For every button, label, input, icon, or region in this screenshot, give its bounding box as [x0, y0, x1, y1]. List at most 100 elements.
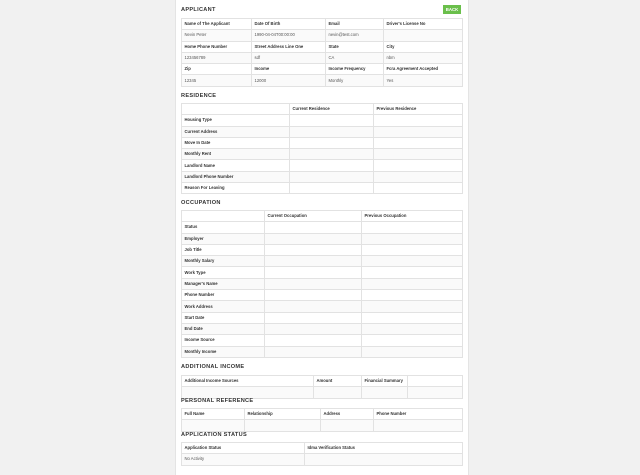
occupation-table: Current Occupation Previous Occupation Sta…: [181, 209, 463, 358]
residence-row: Current Address: [181, 125, 463, 138]
personal_reference-header-row: Full Name Relationship Address Phone Number: [181, 407, 463, 421]
field-label: City: [383, 40, 463, 53]
row-label: Monthly Salary: [181, 255, 265, 268]
application-status-table: Application Status Idma Verification Stat…: [181, 441, 463, 466]
field-value: No Activity: [181, 453, 305, 466]
column-header: [181, 209, 265, 223]
field-value: [383, 29, 463, 42]
field-value: [361, 289, 463, 302]
field-value: 12345: [181, 74, 252, 87]
row-label: Housing Type: [181, 114, 290, 127]
field-label: Income: [251, 63, 326, 76]
applicant-value-row: 123456789 sdf CA nbm: [181, 51, 463, 65]
application-detail-page: APPLICANT BACK Name of The Applicant Date…: [175, 0, 469, 475]
field-value: [181, 386, 314, 399]
application_status-value-row: No Activity: [181, 453, 463, 466]
residence-row: Reason For Leaving: [181, 182, 463, 195]
field-value: [361, 386, 408, 399]
field-value: [361, 243, 463, 257]
occupation-row: End Date: [181, 322, 463, 336]
applicant-label-row: Zip Income Income Frequency Fcra Agreement …: [181, 63, 463, 76]
field-value: [289, 136, 374, 150]
occupation-row: Work Type: [181, 266, 463, 279]
row-label: Status: [181, 221, 265, 234]
field-value: [289, 159, 374, 172]
field-value: nbm: [383, 51, 463, 65]
residence-table: Current Residence Previous Residence Housi…: [181, 102, 463, 195]
row-label: Current Address: [181, 125, 290, 138]
field-value: [313, 386, 362, 399]
column-header: Financial Summary: [361, 374, 408, 388]
column-header: Current Residence: [289, 102, 374, 116]
additional_income-header-row: Additional Income Sources Amount Financial…: [181, 374, 463, 388]
field-value: [244, 419, 321, 432]
field-value: [289, 148, 374, 161]
column-header: Address: [320, 407, 374, 421]
applicant-table: Name of The Applicant Date Of Birth Email D…: [181, 17, 463, 87]
occupation-row: Start Date: [181, 311, 463, 324]
field-label: Fcra Agreement Accepted: [383, 63, 463, 76]
additional-income-section-title: ADDITIONAL INCOME: [181, 364, 245, 370]
column-header: Full Name: [181, 407, 245, 421]
field-label: Name of The Applicant: [181, 17, 252, 31]
row-label: Monthly Income: [181, 345, 265, 358]
field-value: [304, 453, 463, 466]
column-header: Current Occupation: [264, 209, 362, 223]
field-value: Nevin Peter: [181, 29, 252, 42]
field-value: 12000: [251, 74, 326, 87]
column-header: Additional Income Sources: [181, 374, 314, 388]
field-label: Income Frequency: [325, 63, 384, 76]
field-value: [264, 232, 362, 245]
field-value: [361, 345, 463, 358]
occupation-row: Monthly Salary: [181, 255, 463, 268]
additional-income-table: Additional Income Sources Amount Financial…: [181, 374, 463, 399]
field-label: Home Phone Number: [181, 40, 252, 53]
column-header: Relationship: [244, 407, 321, 421]
field-value: [264, 255, 362, 268]
column-header: [181, 102, 290, 116]
field-value: [373, 419, 463, 432]
application_status-header-row: Application Status Idma Verification Stat…: [181, 441, 463, 455]
field-value: [289, 114, 374, 127]
field-label: Driver's License No: [383, 17, 463, 31]
field-label: State: [325, 40, 384, 53]
applicant-label-row: Home Phone Number Street Address Line One…: [181, 40, 463, 53]
field-label: Email: [325, 17, 384, 31]
row-label: Monthly Rent: [181, 148, 290, 161]
row-label: Start Date: [181, 311, 265, 324]
row-label: Reason For Leaving: [181, 182, 290, 195]
field-value: nevin@test.com: [325, 29, 384, 42]
row-label: Landlord Name: [181, 159, 290, 172]
field-value: [373, 114, 463, 127]
field-value: sdf: [251, 51, 326, 65]
field-value: [361, 300, 463, 313]
occupation-header-row: Current Occupation Previous Occupation: [181, 209, 463, 223]
row-label: Work Address: [181, 300, 265, 313]
field-value: [264, 322, 362, 336]
field-value: [264, 300, 362, 313]
field-value: Yes: [383, 74, 463, 87]
residence-row: Move In Date: [181, 136, 463, 150]
column-header: Amount: [313, 374, 362, 388]
field-value: CA: [325, 51, 384, 65]
row-label: Manager's Name: [181, 277, 265, 291]
occupation-row: Employer: [181, 232, 463, 245]
row-label: Income Source: [181, 334, 265, 347]
occupation-row: Work Address: [181, 300, 463, 313]
back-button[interactable]: BACK: [443, 5, 461, 14]
column-header: Application Status: [181, 441, 305, 455]
field-value: [264, 243, 362, 257]
additional_income-value-row: [181, 386, 463, 399]
residence-row: Landlord Name: [181, 159, 463, 172]
applicant-value-row: 12345 12000 Monthly Yes: [181, 74, 463, 87]
column-header: Idma Verification Status: [304, 441, 463, 455]
field-value: [361, 334, 463, 347]
applicant-section-title: APPLICANT: [181, 7, 216, 13]
personal-reference-table: Full Name Relationship Address Phone Number: [181, 407, 463, 432]
applicant-label-row: Name of The Applicant Date Of Birth Email D…: [181, 17, 463, 31]
column-header: [407, 374, 463, 388]
field-value: [407, 386, 463, 399]
field-value: [361, 266, 463, 279]
field-value: 1990-04-04T00:00:00: [251, 29, 326, 42]
row-label: Landlord Phone Number: [181, 170, 290, 184]
